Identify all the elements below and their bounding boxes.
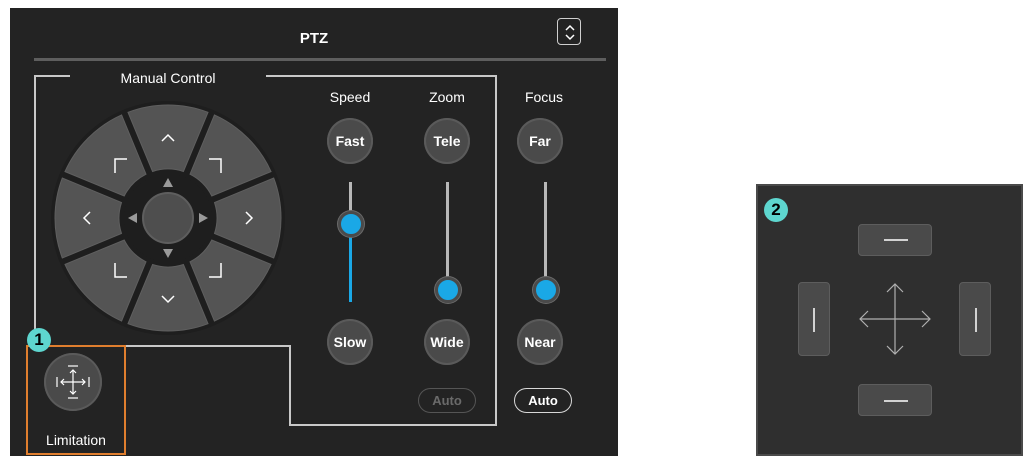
zoom-slider-thumb[interactable] bbox=[435, 277, 461, 303]
speed-slow-button[interactable]: Slow bbox=[327, 319, 373, 365]
limitation-label: Limitation bbox=[46, 432, 106, 448]
limit-top-button[interactable] bbox=[858, 224, 932, 256]
group-border-mid bbox=[126, 345, 290, 347]
zoom-tele-button[interactable]: Tele bbox=[424, 118, 470, 164]
limit-bottom-button[interactable] bbox=[858, 384, 932, 416]
zoom-label: Zoom bbox=[429, 89, 465, 105]
group-border-bottom bbox=[290, 424, 497, 426]
manual-control-label: Manual Control bbox=[120, 70, 216, 86]
move-limit-icon bbox=[56, 365, 90, 399]
move-cross-icon bbox=[859, 283, 931, 355]
speed-label: Speed bbox=[329, 89, 371, 105]
focus-label: Focus bbox=[524, 89, 564, 105]
callout-badge-2: 2 bbox=[764, 198, 788, 222]
focus-slider-thumb[interactable] bbox=[533, 277, 559, 303]
dpad-center-button[interactable] bbox=[142, 192, 194, 244]
focus-auto-button[interactable]: Auto bbox=[514, 388, 572, 413]
speed-fast-button[interactable]: Fast bbox=[327, 118, 373, 164]
dpad[interactable] bbox=[48, 98, 288, 338]
vertical-bar-icon bbox=[975, 308, 977, 332]
group-border-left bbox=[34, 75, 36, 345]
focus-far-button[interactable]: Far bbox=[517, 118, 563, 164]
group-border-top-left bbox=[34, 75, 70, 77]
vertical-bar-icon bbox=[813, 308, 815, 332]
horizontal-bar-icon bbox=[884, 400, 908, 402]
limitation-button[interactable] bbox=[44, 353, 102, 411]
focus-near-button[interactable]: Near bbox=[517, 319, 563, 365]
limitation-detail-panel bbox=[756, 184, 1023, 456]
group-border-step bbox=[289, 345, 291, 426]
title-divider bbox=[34, 58, 606, 61]
speed-slider-thumb[interactable] bbox=[338, 211, 364, 237]
collapse-button[interactable] bbox=[557, 18, 581, 45]
group-border-right bbox=[495, 75, 497, 425]
zoom-auto-button[interactable]: Auto bbox=[418, 388, 476, 413]
chevron-up-down-icon bbox=[565, 24, 575, 41]
zoom-wide-button[interactable]: Wide bbox=[424, 319, 470, 365]
callout-badge-1: 1 bbox=[27, 328, 51, 352]
limit-right-button[interactable] bbox=[959, 282, 991, 356]
horizontal-bar-icon bbox=[884, 239, 908, 241]
ptz-title: PTZ bbox=[299, 30, 329, 47]
limit-left-button[interactable] bbox=[798, 282, 830, 356]
group-border-top-right bbox=[266, 75, 497, 77]
